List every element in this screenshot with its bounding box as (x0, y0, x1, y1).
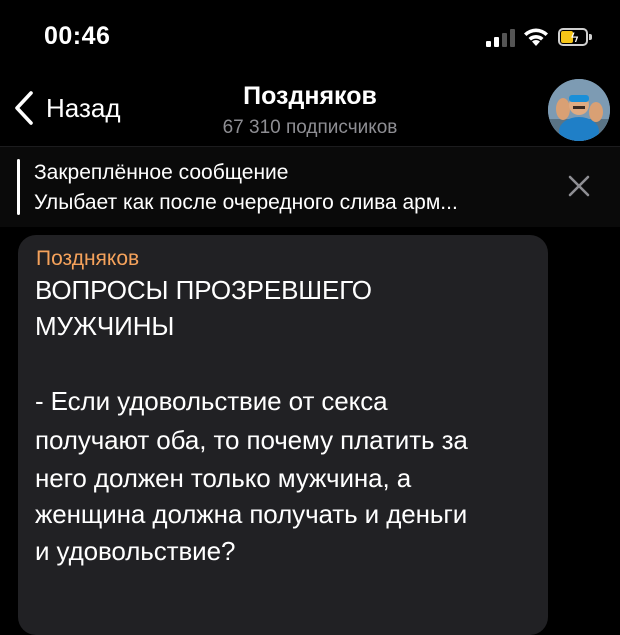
pinned-text: Улыбает как после очередного слива арм..… (34, 191, 458, 214)
navigation-bar: Назад Поздняков 67 310 подписчиков (0, 70, 620, 146)
cellular-signal-icon (486, 29, 516, 47)
status-bar: 00:46 ϟ (0, 0, 620, 70)
battery-charging-icon: ϟ (558, 28, 592, 46)
status-time: 00:46 (44, 22, 111, 50)
channel-header[interactable]: Поздняков 67 310 подписчиков (160, 82, 460, 139)
wifi-icon (524, 28, 548, 46)
message-sender: Поздняков (36, 247, 140, 270)
message-line: МУЖЧИНЫ (35, 311, 175, 341)
pinned-title: Закреплённое сообщение (34, 161, 289, 184)
message-line: получают оба, то почему платить за (35, 425, 468, 455)
back-label: Назад (46, 92, 121, 123)
back-button[interactable]: Назад (14, 90, 121, 126)
chevron-left-icon (15, 91, 33, 125)
message-line: него должен только мужчина, а (35, 463, 412, 493)
message-line: женщина должна получать и деньги (35, 499, 468, 529)
channel-title: Поздняков (243, 82, 377, 110)
close-icon[interactable] (566, 173, 592, 199)
message-bubble[interactable]: Поздняков ВОПРОСЫ ПРОЗРЕВШЕГО МУЖЧИНЫ - … (18, 235, 548, 635)
chat-area: Поздняков ВОПРОСЫ ПРОЗРЕВШЕГО МУЖЧИНЫ - … (0, 227, 620, 635)
pinned-message-bar[interactable]: Закреплённое сообщение Улыбает как после… (0, 146, 620, 228)
message-line: и удовольствие? (35, 536, 236, 566)
message-line: - Если удовольствие от секса (35, 386, 388, 416)
pinned-indicator (17, 159, 20, 215)
avatar-image (548, 79, 610, 141)
subscriber-count: 67 310 подписчиков (222, 117, 398, 138)
message-line: ВОПРОСЫ ПРОЗРЕВШЕГО (35, 275, 372, 305)
channel-avatar[interactable] (548, 79, 610, 141)
